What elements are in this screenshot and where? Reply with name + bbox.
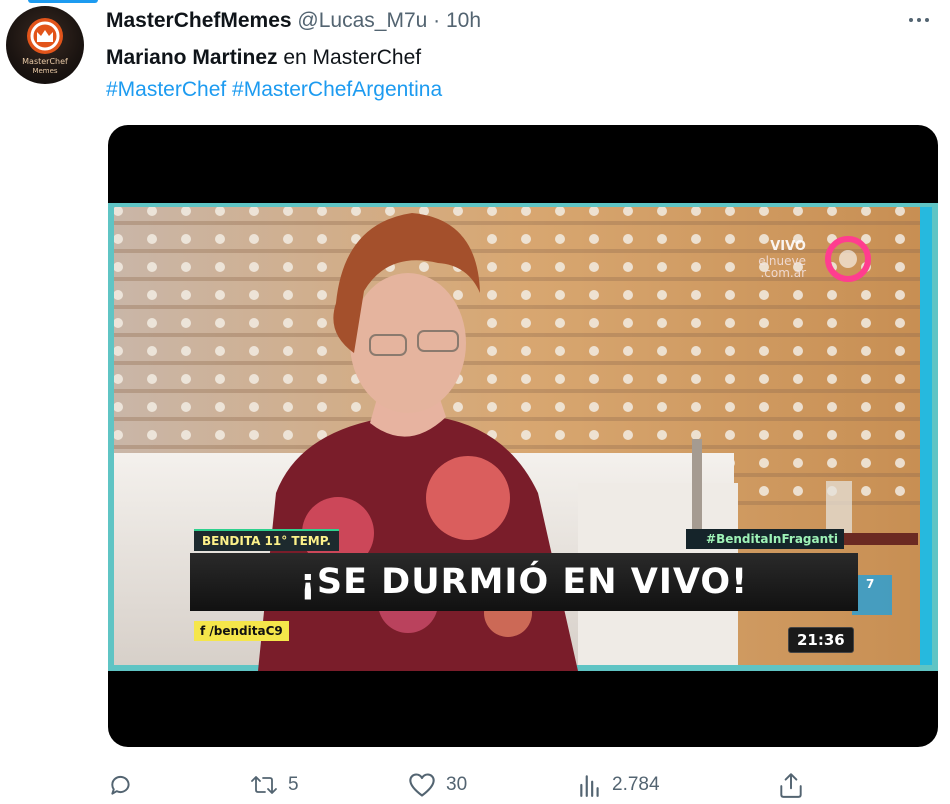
video-headline: ¡SE DURMIÓ EN VIVO! — [190, 553, 858, 611]
reply-button[interactable] — [108, 770, 144, 800]
channel-site: elnueve .com.ar — [758, 255, 806, 279]
show-hashtag: #BenditaInFraganti — [686, 529, 844, 549]
video-frame: VIVO elnueve .com.ar BENDITA 11° TEMP. #B… — [108, 203, 938, 671]
tweet-media-video[interactable]: VIVO elnueve .com.ar BENDITA 11° TEMP. #B… — [108, 125, 938, 747]
channel-site-line2: .com.ar — [760, 266, 806, 280]
tweet-text-rest: en MasterChef — [277, 46, 422, 69]
tweet-header: MasterChefMemes @Lucas_M7u · 10h — [106, 8, 481, 34]
more-dot — [917, 18, 921, 22]
top-accent-bar — [28, 0, 98, 3]
tweet-actions: 5 30 2.784 — [0, 770, 950, 800]
more-options-icon[interactable] — [906, 10, 932, 30]
user-handle[interactable]: @Lucas_M7u — [297, 9, 427, 32]
avatar[interactable]: MasterChef Memes — [6, 6, 84, 84]
live-label: VIVO — [770, 239, 806, 254]
reply-icon — [111, 775, 130, 795]
tweet-text-bold: Mariano Martinez — [106, 46, 278, 69]
tweet-text-line1: Mariano Martinez en MasterChef — [106, 42, 442, 74]
face — [350, 273, 466, 413]
share-icon — [780, 773, 802, 798]
facebook-icon: f — [200, 624, 210, 638]
masterchef-logo-icon: MasterChef Memes — [22, 18, 68, 75]
display-name[interactable]: MasterChefMemes — [106, 9, 292, 32]
avatar-text-line2: Memes — [32, 67, 57, 75]
show-tag: BENDITA 11° TEMP. — [194, 529, 339, 551]
channel-logo-center — [839, 250, 857, 268]
tweet-timestamp[interactable]: 10h — [446, 9, 481, 32]
social-handle: f /benditaC9 — [194, 621, 289, 641]
social-handle-text: /benditaC9 — [209, 624, 283, 638]
water-glass — [826, 481, 852, 533]
tweet-text: Mariano Martinez en MasterChef #MasterCh… — [106, 42, 442, 106]
corner-badge-number: 7 — [866, 577, 875, 591]
retweet-icon — [251, 776, 277, 794]
retweet-button[interactable]: 5 — [250, 770, 299, 800]
heart-icon — [409, 773, 435, 797]
tweet-hashtags[interactable]: #MasterChef #MasterChefArgentina — [106, 74, 442, 106]
like-button[interactable]: 30 — [408, 770, 467, 800]
more-dot — [909, 18, 913, 22]
like-count: 30 — [446, 774, 468, 795]
set-edge-strip — [920, 207, 932, 665]
dress-flower — [426, 456, 510, 540]
share-button[interactable] — [778, 770, 804, 800]
retweet-count: 5 — [288, 774, 299, 795]
avatar-text-line1: MasterChef — [22, 57, 68, 66]
views-count: 2.784 — [612, 774, 660, 795]
views-chart-icon — [580, 775, 599, 797]
more-dot — [925, 18, 929, 22]
header-separator: · — [433, 9, 441, 32]
views-button[interactable]: 2.784 — [578, 770, 660, 800]
video-clock: 21:36 — [788, 627, 854, 653]
